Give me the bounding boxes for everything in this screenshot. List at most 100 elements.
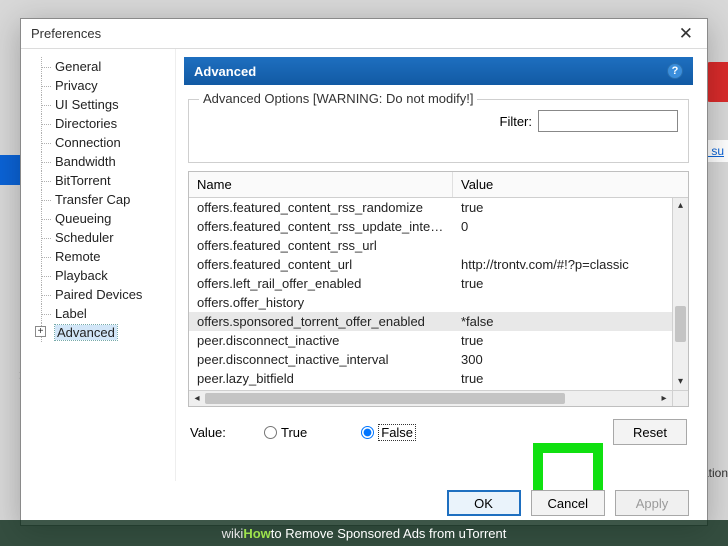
option-name: offers.featured_content_rss_randomize [189,199,453,216]
sidebar-item-label: Privacy [55,78,98,93]
option-value: http://trontv.com/#!?p=classic [453,256,672,273]
cancel-button[interactable]: Cancel [531,490,605,516]
option-row[interactable]: peer.lazy_bitfieldtrue [189,369,672,388]
advanced-options-group: Advanced Options [WARNING: Do not modify… [188,99,689,163]
sidebar-item-advanced[interactable]: + Advanced [27,323,169,342]
radio-false-label: False [378,424,416,441]
option-row[interactable]: offers.featured_content_rss_randomizetru… [189,198,672,217]
option-value: 0 [453,218,672,235]
horizontal-scrollbar[interactable]: ◂ ▸ [189,390,672,406]
tree-expander-icon[interactable]: + [35,326,46,337]
option-row[interactable]: offers.left_rail_offer_enabledtrue [189,274,672,293]
option-name: offers.offer_history [189,294,453,311]
scroll-right-arrow-icon[interactable]: ▸ [656,391,672,406]
option-value: true [453,275,672,292]
sidebar-item-label: Remote [55,249,101,264]
sidebar-item-remote[interactable]: Remote [27,247,169,266]
option-name: peer.disconnect_inactive [189,332,453,349]
group-legend: Advanced Options [WARNING: Do not modify… [199,91,477,106]
sidebar-item-ui-settings[interactable]: UI Settings [27,95,169,114]
option-name: peer.disconnect_inactive_interval [189,351,453,368]
scroll-down-arrow-icon[interactable]: ▾ [673,374,688,390]
option-value [453,237,672,254]
sidebar-item-label: BitTorrent [55,173,111,188]
filter-label: Filter: [500,114,533,129]
col-header-value[interactable]: Value [453,172,688,197]
option-value: true [453,370,672,387]
sidebar-item-label[interactable]: Label [27,304,169,323]
radio-true-input[interactable] [264,426,277,439]
vscroll-thumb[interactable] [675,306,686,342]
options-listbox: Name Value offers.featured_content_rss_r… [188,171,689,407]
option-value [453,294,672,311]
sidebar-item-label: Bandwidth [55,154,116,169]
sidebar-item-playback[interactable]: Playback [27,266,169,285]
category-sidebar: General Privacy UI SettingsDirectories Conn… [21,49,176,481]
titlebar: Preferences ✕ [21,19,707,49]
vertical-scrollbar[interactable]: ▴ ▾ [672,198,688,390]
option-name: offers.left_rail_offer_enabled [189,275,453,292]
option-row[interactable]: offers.offer_history [189,293,672,312]
option-value: true [453,332,672,349]
sidebar-item-transfer-cap[interactable]: Transfer Cap [27,190,169,209]
sidebar-item-label: Scheduler [55,230,114,245]
option-row[interactable]: peer.disconnect_inactivetrue [189,331,672,350]
apply-button[interactable]: Apply [615,490,689,516]
sidebar-item-privacy[interactable]: Privacy [27,76,169,95]
sidebar-item-scheduler[interactable]: Scheduler [27,228,169,247]
scroll-up-arrow-icon[interactable]: ▴ [673,198,688,214]
filter-input[interactable] [538,110,678,132]
radio-false-input[interactable] [361,426,374,439]
list-header: Name Value [189,172,688,198]
sidebar-item-label: Label [55,306,87,321]
wikihow-caption-bar: wikiHow to Remove Sponsored Ads from uTo… [0,520,728,546]
sidebar-item-label: General [55,59,101,74]
dialog-footer: OK Cancel Apply [21,481,707,525]
sidebar-item-paired-devices[interactable]: Paired Devices [27,285,169,304]
wiki-brand-1: wiki [222,526,244,541]
option-row[interactable]: offers.featured_content_rss_update_inter… [189,217,672,236]
option-name: offers.featured_content_url [189,256,453,273]
radio-true[interactable]: True [264,425,307,440]
option-value: true [453,199,672,216]
radio-false[interactable]: False [361,424,416,441]
option-name: peer.lazy_bitfield [189,370,453,387]
option-row[interactable]: offers.sponsored_torrent_offer_enabled*f… [189,312,672,331]
hscroll-thumb[interactable] [205,393,565,404]
bg-accent [0,155,20,185]
option-name: offers.featured_content_rss_update_inter… [189,218,453,235]
option-row[interactable]: offers.featured_content_urlhttp://trontv… [189,255,672,274]
sidebar-item-label: Paired Devices [55,287,142,302]
option-value: *false [453,313,672,330]
radio-true-label: True [281,425,307,440]
list-rows: offers.featured_content_rss_randomizetru… [189,198,672,390]
sidebar-item-label: Advanced [55,325,117,340]
option-row[interactable]: peer.disconnect_inactive_interval300 [189,350,672,369]
advanced-panel: Advanced ? Advanced Options [WARNING: Do… [176,49,707,481]
sidebar-item-directories[interactable]: Directories [27,114,169,133]
wiki-brand-2: How [243,526,270,541]
sidebar-item-label: Queueing [55,211,111,226]
panel-title: Advanced [194,64,256,79]
option-name: offers.sponsored_torrent_offer_enabled [189,313,453,330]
value-label: Value: [190,425,250,440]
col-header-name[interactable]: Name [189,172,453,197]
sidebar-item-bittorrent[interactable]: BitTorrent [27,171,169,190]
close-button[interactable]: ✕ [673,24,699,44]
bg-red-accent [706,62,728,102]
wiki-article-title: to Remove Sponsored Ads from uTorrent [271,526,507,541]
sidebar-item-connection[interactable]: Connection [27,133,169,152]
category-tree: General Privacy UI SettingsDirectories Conn… [27,57,169,342]
option-row[interactable]: offers.featured_content_rss_url [189,236,672,255]
sidebar-item-general[interactable]: General [27,57,169,76]
ok-button[interactable]: OK [447,490,521,516]
sidebar-item-label: Transfer Cap [55,192,130,207]
sidebar-item-bandwidth[interactable]: Bandwidth [27,152,169,171]
sidebar-item-label: Connection [55,135,121,150]
reset-button[interactable]: Reset [613,419,687,445]
help-icon[interactable]: ? [667,63,683,79]
option-value: 300 [453,351,672,368]
sidebar-item-queueing[interactable]: Queueing [27,209,169,228]
value-radio-group: True False [264,424,416,441]
scroll-left-arrow-icon[interactable]: ◂ [189,391,205,406]
